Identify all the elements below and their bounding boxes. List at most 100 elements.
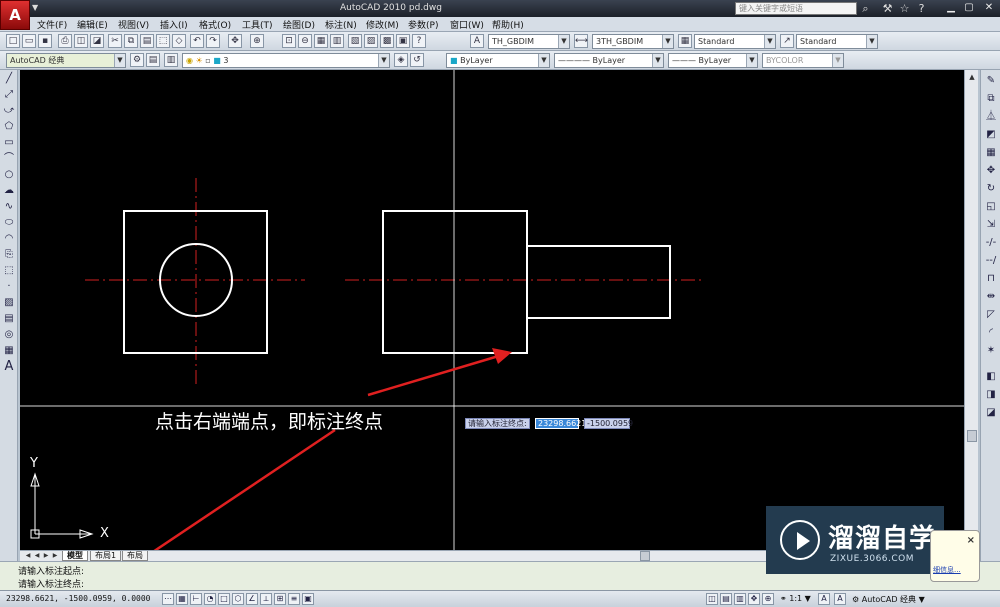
- tab-model[interactable]: 模型: [62, 551, 88, 561]
- zoom-status-icon[interactable]: ⊕: [762, 593, 774, 605]
- object-snap-tracking-icon[interactable]: ∠: [246, 593, 258, 605]
- notification-details-link[interactable]: 细信息...: [933, 565, 961, 575]
- bring-front-icon[interactable]: ◨: [984, 388, 998, 402]
- menu-parametric[interactable]: 参数(P): [408, 18, 438, 31]
- tab-layout2[interactable]: 布局: [122, 551, 148, 561]
- menu-draw[interactable]: 绘图(D): [283, 18, 315, 31]
- layer-state-icon[interactable]: ▥: [164, 53, 178, 67]
- ortho-mode-icon[interactable]: ⊢: [190, 593, 202, 605]
- scroll-up-icon[interactable]: ▲: [966, 71, 978, 83]
- draw-order-icon[interactable]: ◧: [984, 370, 998, 384]
- table-style-icon[interactable]: ▦: [678, 34, 692, 48]
- object-snap-icon[interactable]: □: [218, 593, 230, 605]
- close-icon[interactable]: ×: [967, 535, 975, 546]
- application-menu-button[interactable]: A: [0, 0, 30, 30]
- dim-style-icon[interactable]: ⟷: [574, 34, 588, 48]
- tab-layout1[interactable]: 布局1: [90, 551, 122, 561]
- paste-icon[interactable]: ▤: [140, 34, 154, 48]
- move-icon[interactable]: ✥: [984, 164, 998, 178]
- dynamic-input-icon[interactable]: ⊞: [274, 593, 286, 605]
- search-input[interactable]: 键入关键字或短语: [735, 2, 857, 15]
- star-icon[interactable]: ☆: [897, 1, 912, 16]
- mirror-icon[interactable]: ⏅: [984, 110, 998, 124]
- menu-modify[interactable]: 修改(M): [366, 18, 399, 31]
- vertical-scrollbar[interactable]: ▲ ▼: [964, 70, 978, 550]
- scrollbar-thumb[interactable]: [967, 430, 977, 442]
- zoom-previous-icon[interactable]: ⊖: [298, 34, 312, 48]
- text-style-select[interactable]: TH_GBDIM ▼: [488, 34, 570, 49]
- chamfer-icon[interactable]: ◸: [984, 308, 998, 322]
- table-icon[interactable]: ▦: [2, 344, 16, 358]
- multileader-style-icon[interactable]: ↗: [780, 34, 794, 48]
- insert-block-icon[interactable]: ⎘: [2, 248, 16, 262]
- menu-insert[interactable]: 插入(I): [160, 18, 188, 31]
- quick-view-layouts-icon[interactable]: ▤: [720, 593, 732, 605]
- snap-mode-icon[interactable]: ⋯: [162, 593, 174, 605]
- spline-icon[interactable]: ∿: [2, 200, 16, 214]
- dynamic-input-y[interactable]: -1500.0959: [584, 418, 633, 429]
- make-current-layer-icon[interactable]: ◈: [394, 53, 408, 67]
- join-icon[interactable]: ⇹: [984, 290, 998, 304]
- workspace-select[interactable]: AutoCAD 经典 ▼: [6, 53, 126, 68]
- array-icon[interactable]: ▦: [984, 146, 998, 160]
- fillet-icon[interactable]: ◜: [984, 326, 998, 340]
- menu-dimension[interactable]: 标注(N): [325, 18, 357, 31]
- ellipse-arc-icon[interactable]: ◠: [2, 232, 16, 246]
- 3d-object-snap-icon[interactable]: ⬡: [232, 593, 244, 605]
- color-select[interactable]: ■ ByLayer ▼: [446, 53, 550, 68]
- workspace-switch[interactable]: ⚙ AutoCAD 经典 ▼: [852, 594, 925, 605]
- workspace-settings-icon[interactable]: ⚙: [130, 53, 144, 67]
- multileader-style-select[interactable]: Standard ▼: [796, 34, 878, 49]
- polygon-icon[interactable]: ⬠: [2, 120, 16, 134]
- design-center-icon[interactable]: ▥: [330, 34, 344, 48]
- block-editor-icon[interactable]: ◇: [172, 34, 186, 48]
- send-back-icon[interactable]: ◪: [984, 406, 998, 420]
- dim-style-select[interactable]: 3TH_GBDIM ▼: [592, 34, 674, 49]
- horizontal-scrollbar-thumb[interactable]: [640, 551, 650, 561]
- pan-icon[interactable]: ✥: [228, 34, 242, 48]
- menu-tools[interactable]: 工具(T): [242, 18, 273, 31]
- quickcalc-icon[interactable]: ▣: [396, 34, 410, 48]
- polar-tracking-icon[interactable]: ◔: [204, 593, 216, 605]
- minimize-icon[interactable]: ▁: [944, 1, 958, 15]
- publish-icon[interactable]: ◪: [90, 34, 104, 48]
- save-icon[interactable]: ▪: [38, 34, 52, 48]
- rotate-icon[interactable]: ↻: [984, 182, 998, 196]
- new-file-icon[interactable]: □: [6, 34, 20, 48]
- layer-manager-icon[interactable]: ▤: [146, 53, 160, 67]
- match-properties-icon[interactable]: ⬚: [156, 34, 170, 48]
- chevron-down-icon[interactable]: ▼: [32, 3, 38, 12]
- zoom-window-icon[interactable]: ⊡: [282, 34, 296, 48]
- tab-first-icon[interactable]: ◀: [24, 551, 32, 561]
- dynamic-ucs-icon[interactable]: ⟂: [260, 593, 272, 605]
- quick-view-drawings-icon[interactable]: ▥: [734, 593, 746, 605]
- line-icon[interactable]: ╱: [2, 72, 16, 86]
- sheet-set-icon[interactable]: ▨: [364, 34, 378, 48]
- print-icon[interactable]: ⎙: [58, 34, 72, 48]
- menu-window[interactable]: 窗口(W): [450, 18, 484, 31]
- help-icon[interactable]: ?: [914, 1, 929, 16]
- extend-icon[interactable]: --/: [984, 254, 998, 268]
- markup-icon[interactable]: ▩: [380, 34, 394, 48]
- menu-view[interactable]: 视图(V): [118, 18, 149, 31]
- dynamic-input-x[interactable]: 23298.6621: [535, 418, 586, 429]
- open-file-icon[interactable]: ▭: [22, 34, 36, 48]
- hatch-icon[interactable]: ▨: [2, 296, 16, 310]
- quick-properties-icon[interactable]: ▣: [302, 593, 314, 605]
- tab-prev-icon[interactable]: ◀: [33, 551, 41, 561]
- copy-object-icon[interactable]: ⧉: [984, 92, 998, 106]
- layer-previous-icon[interactable]: ↺: [410, 53, 424, 67]
- table-style-select[interactable]: Standard ▼: [694, 34, 776, 49]
- rectangle-icon[interactable]: ▭: [2, 136, 16, 150]
- plotstyle-select[interactable]: BYCOLOR ▼: [762, 53, 844, 68]
- point-icon[interactable]: ·: [2, 280, 16, 294]
- help-toolbar-icon[interactable]: ?: [412, 34, 426, 48]
- tab-last-icon[interactable]: ▶: [51, 551, 59, 561]
- scale-icon[interactable]: ◱: [984, 200, 998, 214]
- revision-cloud-icon[interactable]: ☁: [2, 184, 16, 198]
- circle-icon[interactable]: ○: [2, 168, 16, 182]
- menu-help[interactable]: 帮助(H): [492, 18, 524, 31]
- tab-next-icon[interactable]: ▶: [42, 551, 50, 561]
- multiline-text-icon[interactable]: A: [2, 360, 16, 374]
- properties-icon[interactable]: ▦: [314, 34, 328, 48]
